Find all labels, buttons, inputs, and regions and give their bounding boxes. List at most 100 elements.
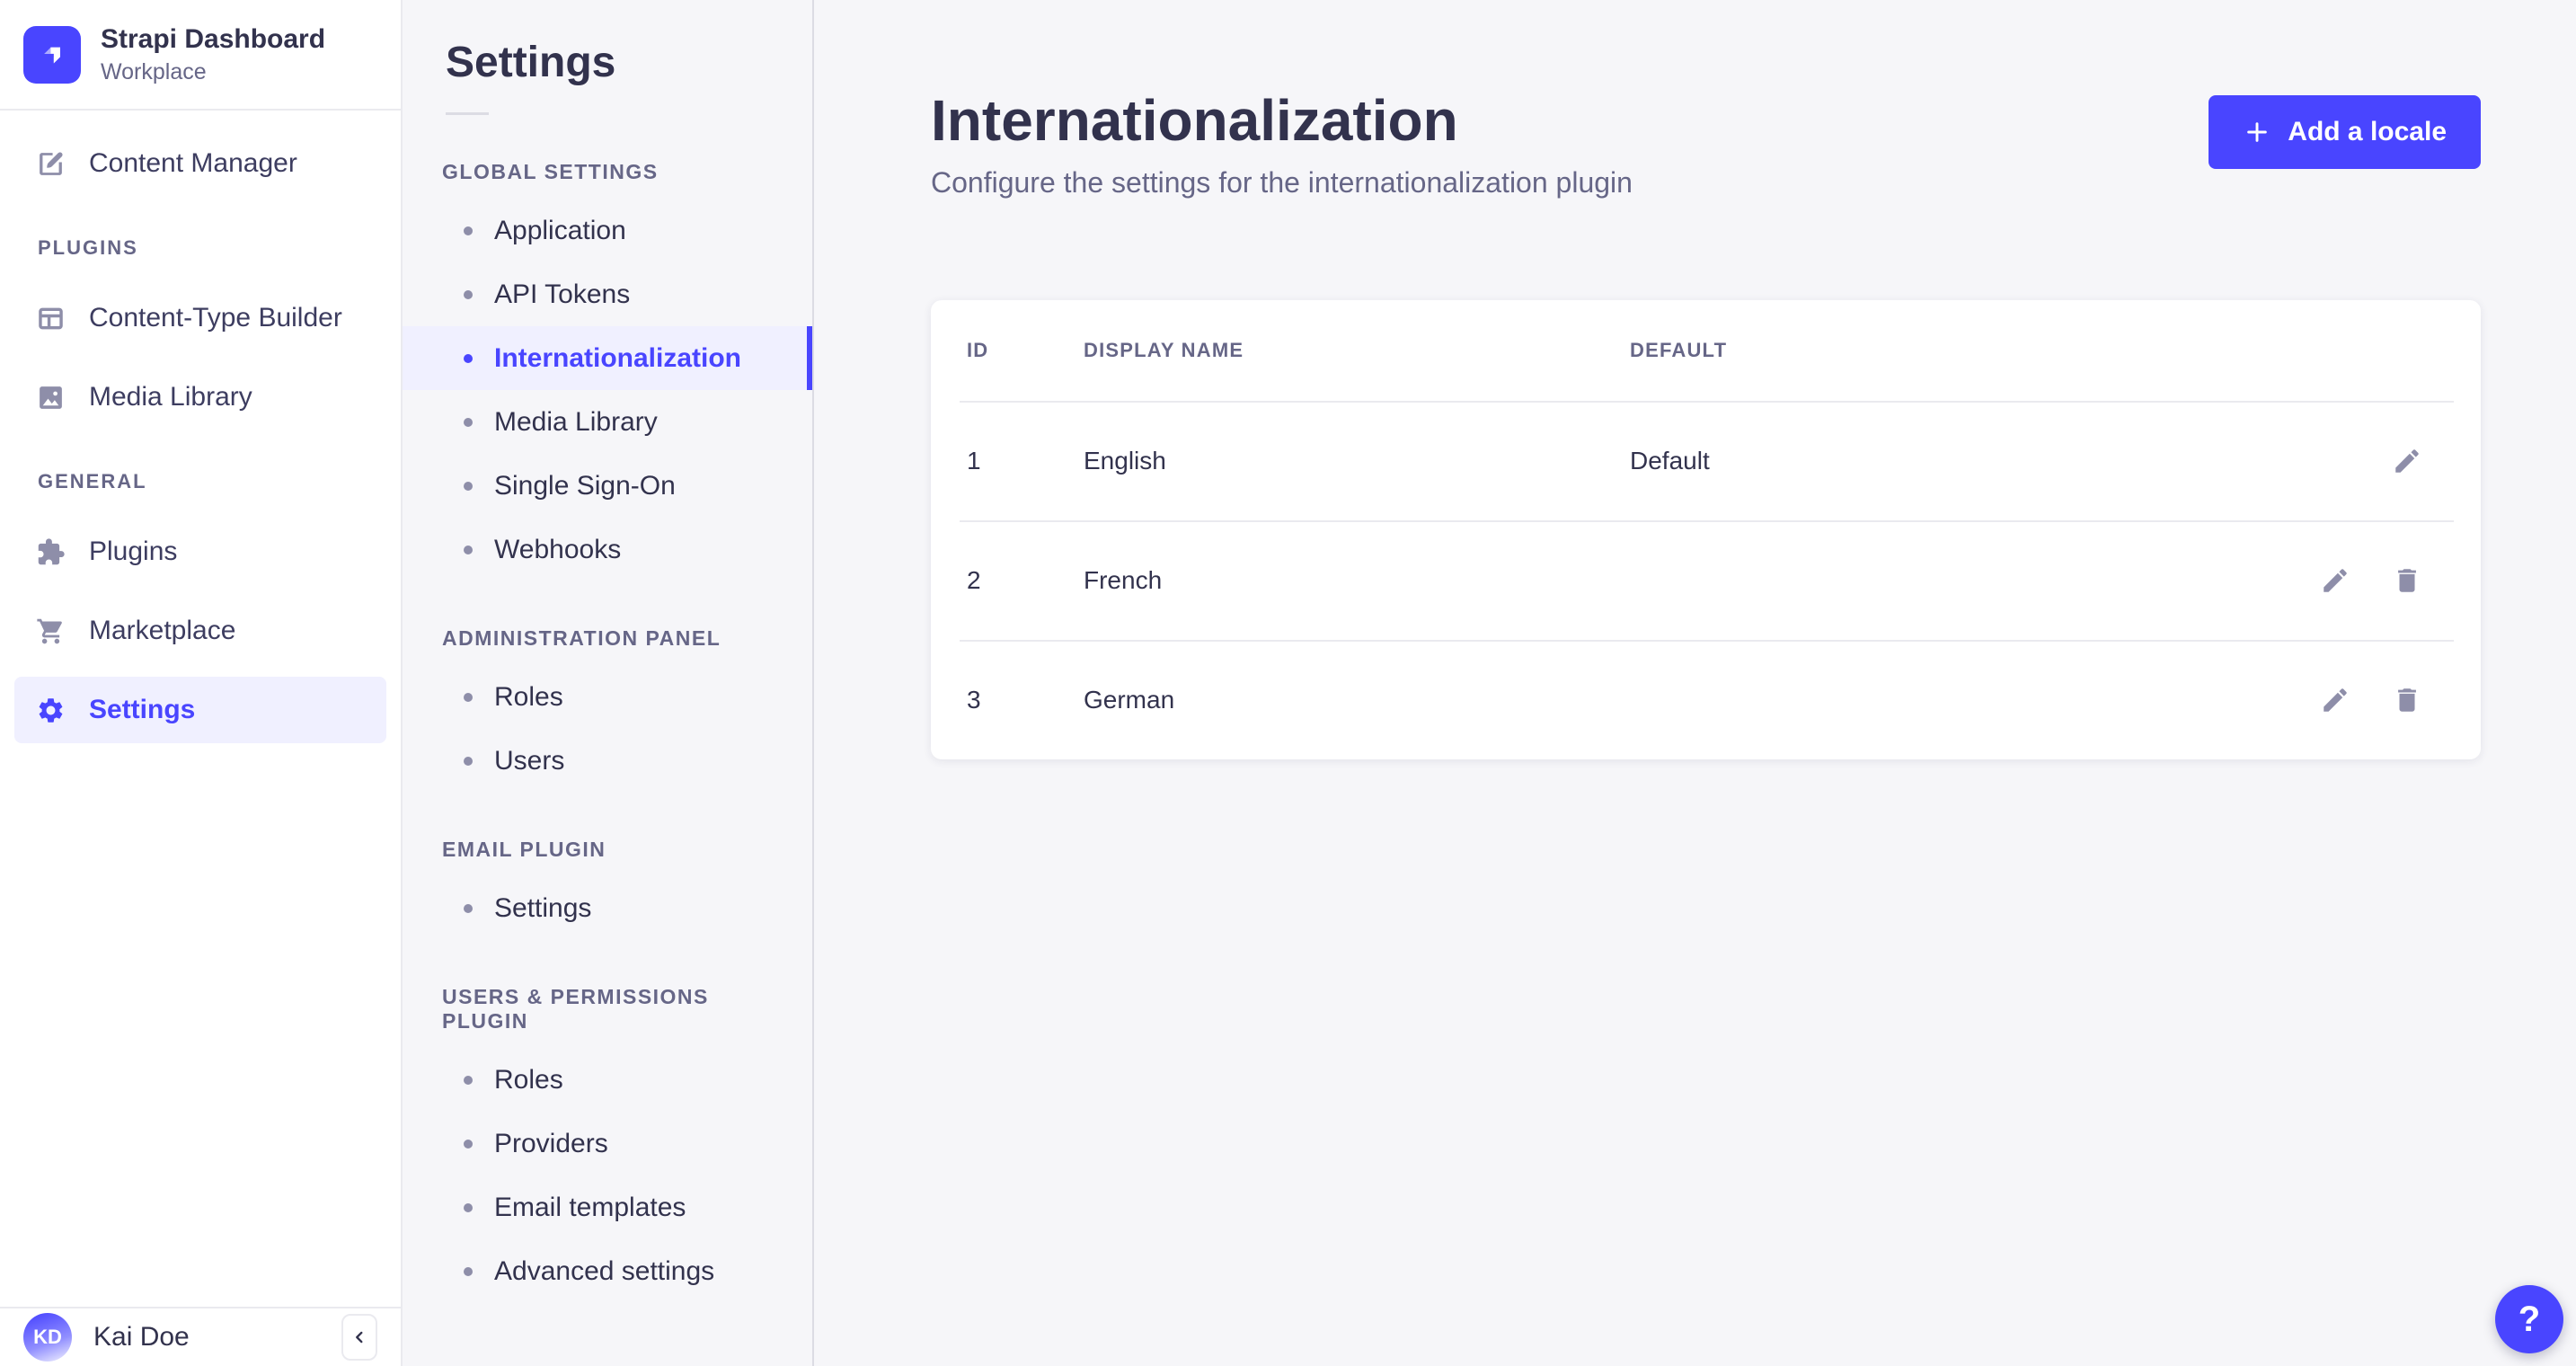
page-header-text: Internationalization Configure the setti…: [931, 86, 1633, 200]
sidebar-item-label: Settings: [89, 695, 196, 724]
bullet-icon: [464, 545, 473, 554]
bullet-icon: [464, 226, 473, 235]
locale-name-cell: French: [1084, 566, 1163, 595]
locale-id-cell: 2: [967, 566, 981, 595]
sidebar-footer: KD Kai Doe: [0, 1307, 401, 1366]
table-row: 3 German: [931, 642, 2481, 759]
edit-locale-button[interactable]: [2389, 443, 2425, 479]
chevron-left-icon: [350, 1327, 369, 1347]
table-body: 1 English Default 2 French 3 German: [931, 400, 2481, 759]
marketplace-icon: [36, 616, 66, 646]
subnav-item-internationalization[interactable]: Internationalization: [403, 326, 812, 390]
bullet-icon: [464, 417, 473, 427]
plus-icon: [2243, 118, 2271, 146]
subnav-item-roles[interactable]: Roles: [403, 1048, 812, 1112]
subnav-divider: [446, 112, 489, 115]
edit-locale-button[interactable]: [2317, 563, 2353, 599]
bullet-icon: [464, 1202, 473, 1212]
page-subtitle: Configure the settings for the internati…: [931, 165, 1633, 199]
trash-icon: [2392, 685, 2422, 715]
column-header-id: ID: [967, 338, 989, 361]
bullet-icon: [464, 1075, 473, 1085]
locale-id-cell: 1: [967, 447, 981, 475]
sidebar-item-label: Marketplace: [89, 616, 236, 645]
edit-icon: [2320, 685, 2350, 715]
subnav-sections: GLOBAL SETTINGS Application API Tokens Inte…: [403, 160, 812, 1303]
settings-icon: [36, 696, 66, 725]
delete-locale-button[interactable]: [2389, 563, 2425, 599]
sidebar-item-marketplace[interactable]: Marketplace: [14, 598, 386, 664]
sidebar-item-label: Content-Type Builder: [89, 303, 342, 333]
locale-name-cell: German: [1084, 686, 1175, 714]
subnav-item-label: Media Library: [494, 406, 658, 437]
subnav-item-application[interactable]: Application: [403, 199, 812, 262]
edit-icon: [2320, 565, 2350, 596]
subnav-item-label: Roles: [494, 1064, 563, 1095]
settings-subnav: Settings GLOBAL SETTINGS Application API T…: [403, 0, 814, 1366]
add-locale-button[interactable]: Add a locale: [2209, 95, 2481, 169]
brand-workplace: Workplace: [101, 59, 207, 84]
locale-name-cell: English: [1084, 447, 1166, 475]
subnav-section-label-users-permissions-plugin: USERS & PERMISSIONS PLUGIN: [442, 985, 709, 1033]
subnav-item-label: Users: [494, 745, 565, 776]
subnav-item-settings[interactable]: Settings: [403, 876, 812, 940]
subnav-item-label: Single Sign-On: [494, 470, 676, 501]
subnav-item-label: Advanced settings: [494, 1255, 715, 1286]
help-button[interactable]: ?: [2495, 1285, 2563, 1353]
table-row: 1 English Default: [931, 403, 2481, 520]
brand-name: Strapi Dashboard: [101, 24, 326, 54]
sidebar-item-media-library[interactable]: Media Library: [14, 364, 386, 430]
sidebar-nav: Content Manager PLUGINS Content-Type Build…: [0, 111, 401, 1307]
main-content: Internationalization Configure the setti…: [814, 0, 2576, 1366]
subnav-item-email-templates[interactable]: Email templates: [403, 1175, 812, 1239]
subnav-item-api-tokens[interactable]: API Tokens: [403, 262, 812, 326]
bullet-icon: [464, 903, 473, 913]
sidebar-item-content-type-builder[interactable]: Content-Type Builder: [14, 285, 386, 351]
bullet-icon: [464, 353, 473, 363]
plugins-icon: [36, 537, 66, 567]
subnav-section-label-administration-panel: ADMINISTRATION PANEL: [442, 626, 721, 650]
brand-header: Strapi Dashboard Workplace: [0, 0, 401, 111]
brand-text: Strapi Dashboard Workplace: [101, 23, 325, 85]
subnav-section-label-email-plugin: EMAIL PLUGIN: [442, 838, 606, 861]
column-header-display-name: DISPLAY NAME: [1084, 338, 1244, 361]
edit-locale-button[interactable]: [2317, 682, 2353, 718]
row-actions: [2317, 563, 2481, 599]
media-library-icon: [36, 383, 66, 412]
page-title: Internationalization: [931, 88, 1458, 153]
edit-icon: [2392, 446, 2422, 476]
subnav-item-roles[interactable]: Roles: [403, 665, 812, 729]
sidebar-item-plugins[interactable]: Plugins: [14, 519, 386, 585]
sidebar-item-label: Plugins: [89, 537, 178, 566]
subnav-item-single-sign-on[interactable]: Single Sign-On: [403, 454, 812, 518]
subnav-item-label: Application: [494, 215, 626, 245]
trash-icon: [2392, 565, 2422, 596]
locale-id-cell: 3: [967, 686, 981, 714]
avatar[interactable]: KD: [23, 1313, 72, 1362]
bullet-icon: [464, 1139, 473, 1149]
content-manager-icon: [36, 149, 66, 179]
table-header-row: ID DISPLAY NAME DEFAULT: [931, 300, 2481, 401]
sidebar-item-label: Content Manager: [89, 148, 297, 178]
column-header-default: DEFAULT: [1630, 338, 1728, 361]
subnav-item-providers[interactable]: Providers: [403, 1112, 812, 1175]
subnav-item-advanced-settings[interactable]: Advanced settings: [403, 1239, 812, 1303]
bullet-icon: [464, 1266, 473, 1276]
subnav-item-users[interactable]: Users: [403, 729, 812, 793]
strapi-logo-icon: [23, 25, 81, 84]
sidebar-item-content-manager[interactable]: Content Manager: [14, 130, 386, 197]
subnav-item-media-library[interactable]: Media Library: [403, 390, 812, 454]
sidebar-item-label: Media Library: [89, 382, 252, 412]
main-sidebar: Strapi Dashboard Workplace Content Manag…: [0, 0, 403, 1366]
subnav-item-webhooks[interactable]: Webhooks: [403, 518, 812, 581]
locales-table-card: ID DISPLAY NAME DEFAULT 1 English Default 2…: [931, 299, 2481, 759]
subnav-item-label: API Tokens: [494, 279, 631, 309]
bullet-icon: [464, 481, 473, 491]
delete-locale-button[interactable]: [2389, 682, 2425, 718]
collapse-sidebar-button[interactable]: [341, 1314, 377, 1361]
table-row: 2 French: [931, 522, 2481, 640]
subnav-item-label: Email templates: [494, 1192, 686, 1222]
sidebar-item-settings[interactable]: Settings: [14, 677, 386, 743]
locale-default-cell: Default: [1630, 447, 1710, 475]
sidebar-section-label-general: GENERAL: [38, 470, 147, 492]
